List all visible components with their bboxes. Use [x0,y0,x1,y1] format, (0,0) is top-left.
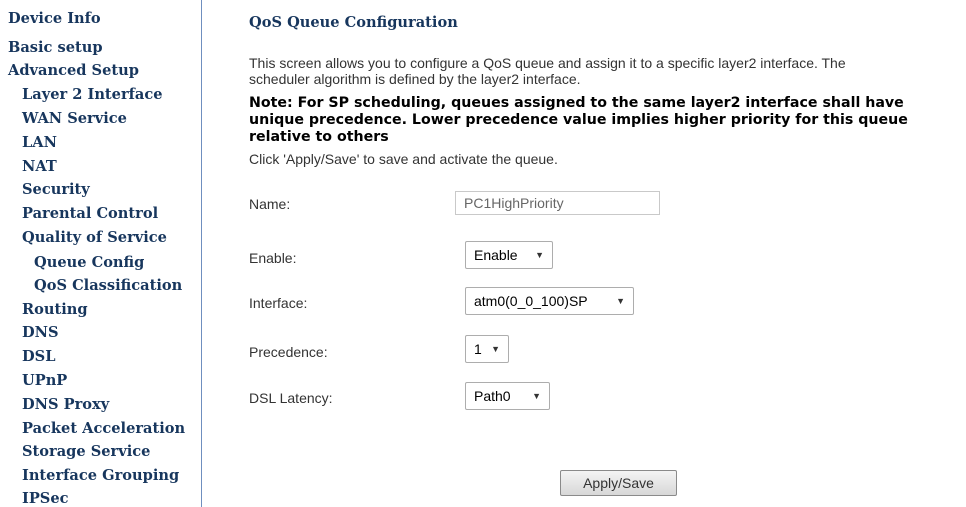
sidebar-item-dns[interactable]: DNS [22,324,59,341]
sidebar-item-queue-config[interactable]: Queue Config [34,254,144,271]
sidebar-item-dns-proxy[interactable]: DNS Proxy [22,396,109,413]
sidebar-item-advanced-setup[interactable]: Advanced Setup [8,62,139,79]
name-label: Name: [249,196,291,212]
description-line-1: This screen allows you to configure a Qo… [249,55,846,71]
chevron-down-icon: ▼ [535,250,544,260]
dsl-latency-select[interactable]: Path0 ▼ [465,382,550,410]
chevron-down-icon: ▼ [491,344,500,354]
apply-instructions: Click 'Apply/Save' to save and activate … [249,151,558,167]
sidebar-item-nat[interactable]: NAT [22,158,57,175]
main-content: QoS Queue Configuration This screen allo… [249,0,966,507]
sidebar-item-routing[interactable]: Routing [22,301,88,318]
sidebar-item-interface-grouping[interactable]: Interface Grouping [22,467,179,484]
sidebar-item-security[interactable]: Security [22,181,90,198]
interface-select[interactable]: atm0(0_0_100)SP ▼ [465,287,634,315]
sidebar-item-qos-classification[interactable]: QoS Classification [34,277,182,294]
sidebar-item-lan[interactable]: LAN [22,134,57,151]
sidebar-nav: Device Info Basic setup Advanced Setup L… [0,0,202,507]
apply-save-button[interactable]: Apply/Save [560,470,677,496]
sidebar-item-packet-acceleration[interactable]: Packet Acceleration [22,420,185,437]
sidebar-item-basic-setup[interactable]: Basic setup [8,39,103,56]
enable-label: Enable: [249,250,297,266]
precedence-label: Precedence: [249,344,328,360]
sidebar-item-quality-of-service[interactable]: Quality of Service [22,229,167,246]
sidebar-item-storage-service[interactable]: Storage Service [22,443,150,460]
sidebar-item-parental-control[interactable]: Parental Control [22,205,158,222]
enable-select-value: Enable [474,247,518,263]
chevron-down-icon: ▼ [616,296,625,306]
dsl-latency-label: DSL Latency: [249,390,333,406]
precedence-select-value: 1 [474,341,482,357]
chevron-down-icon: ▼ [532,391,541,401]
precedence-select[interactable]: 1 ▼ [465,335,509,363]
interface-select-value: atm0(0_0_100)SP [474,293,588,309]
interface-label: Interface: [249,295,308,311]
description-line-2: scheduler algorithm is defined by the la… [249,71,581,87]
sidebar-item-layer2-interface[interactable]: Layer 2 Interface [22,86,163,103]
sidebar-item-upnp[interactable]: UPnP [22,372,67,389]
name-input[interactable] [455,191,660,215]
page-title: QoS Queue Configuration [249,14,458,31]
sidebar-item-wan-service[interactable]: WAN Service [22,110,127,127]
dsl-latency-select-value: Path0 [474,388,511,404]
sidebar-item-ipsec[interactable]: IPSec [22,490,69,507]
sidebar-item-device-info[interactable]: Device Info [8,10,101,27]
precedence-note: Note: For SP scheduling, queues assigned… [249,95,908,145]
enable-select[interactable]: Enable ▼ [465,241,553,269]
sidebar-item-dsl[interactable]: DSL [22,348,55,365]
